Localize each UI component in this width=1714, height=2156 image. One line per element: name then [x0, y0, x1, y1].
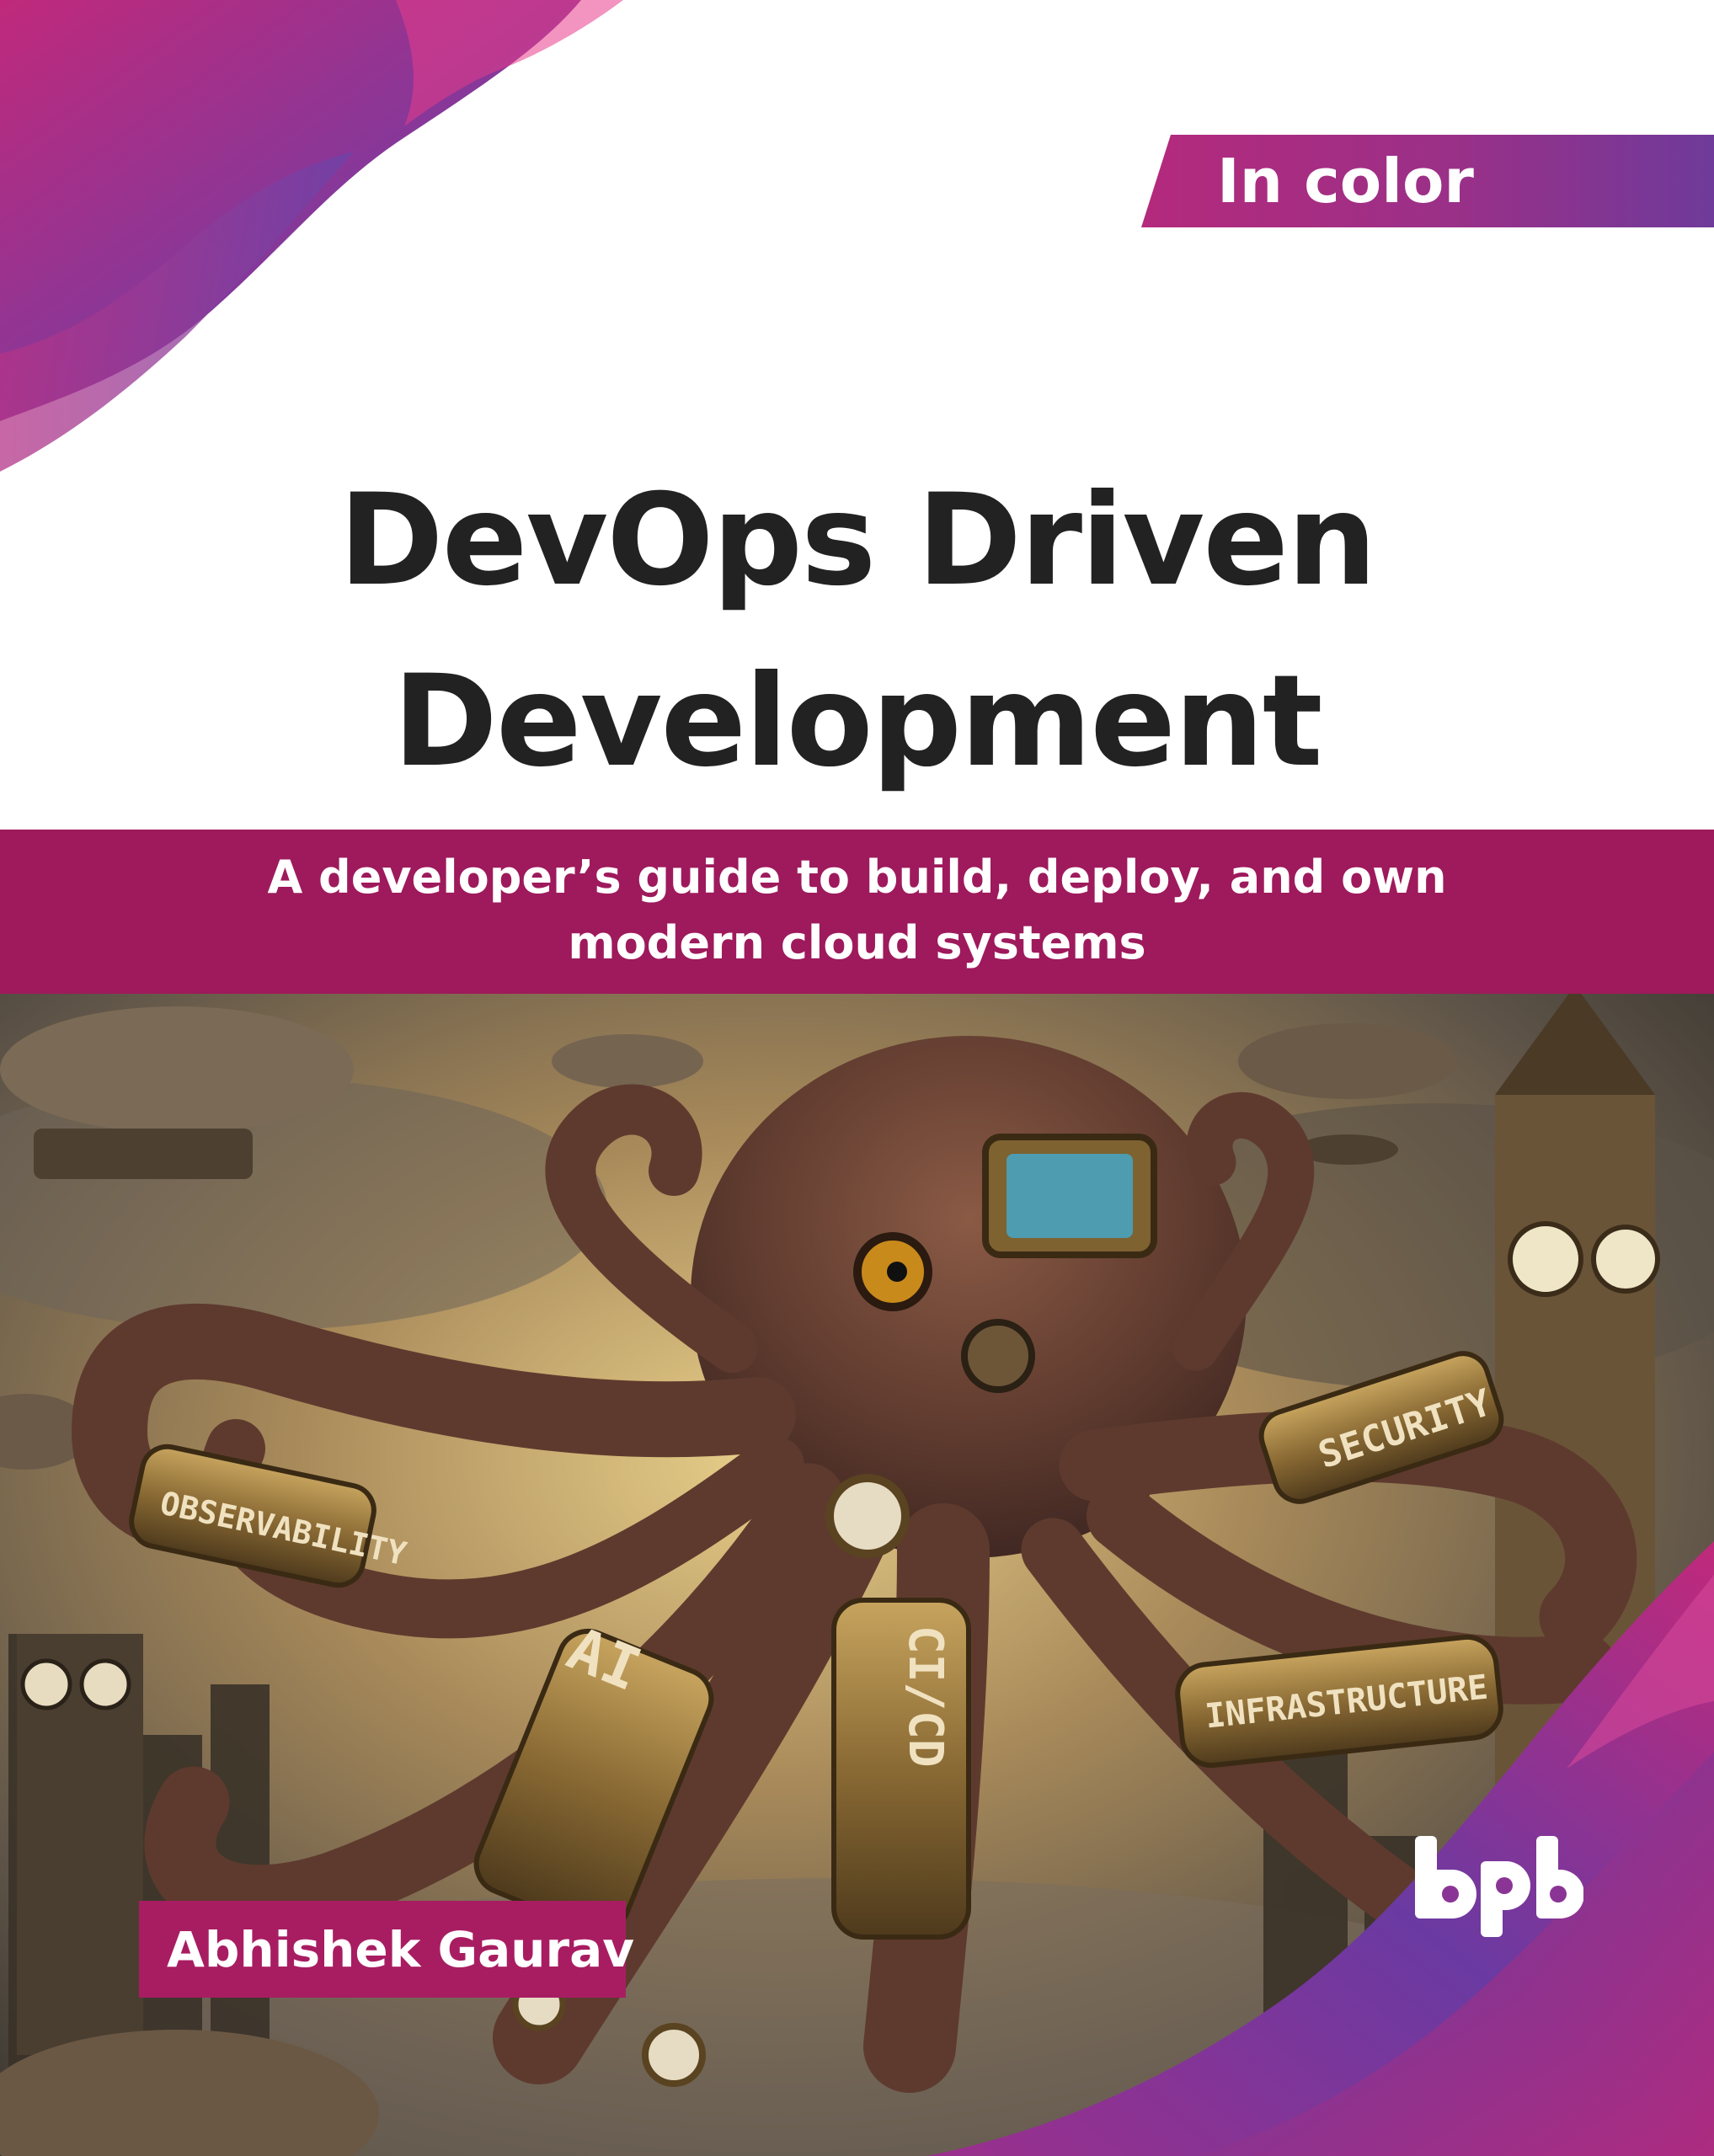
in-color-label: In color: [1217, 146, 1474, 216]
decorative-wave-top: [0, 0, 623, 472]
book-cover: In color DevOps Driven Development A dev…: [0, 0, 1714, 2156]
author-name: Abhishek Gaurav: [167, 1921, 635, 1978]
book-title: DevOps Driven Development: [0, 451, 1714, 813]
bpb-publisher-logo: [1415, 1836, 1583, 1937]
book-subtitle-line-1: A developer’s guide to build, deploy, an…: [267, 851, 1447, 904]
decorative-wave-bottom: [926, 1541, 1714, 2156]
book-title-line-2: Development: [392, 648, 1322, 795]
book-subtitle: A developer’s guide to build, deploy, an…: [0, 845, 1714, 976]
book-subtitle-line-2: modern cloud systems: [568, 916, 1146, 969]
book-title-line-1: DevOps Driven: [339, 467, 1377, 614]
